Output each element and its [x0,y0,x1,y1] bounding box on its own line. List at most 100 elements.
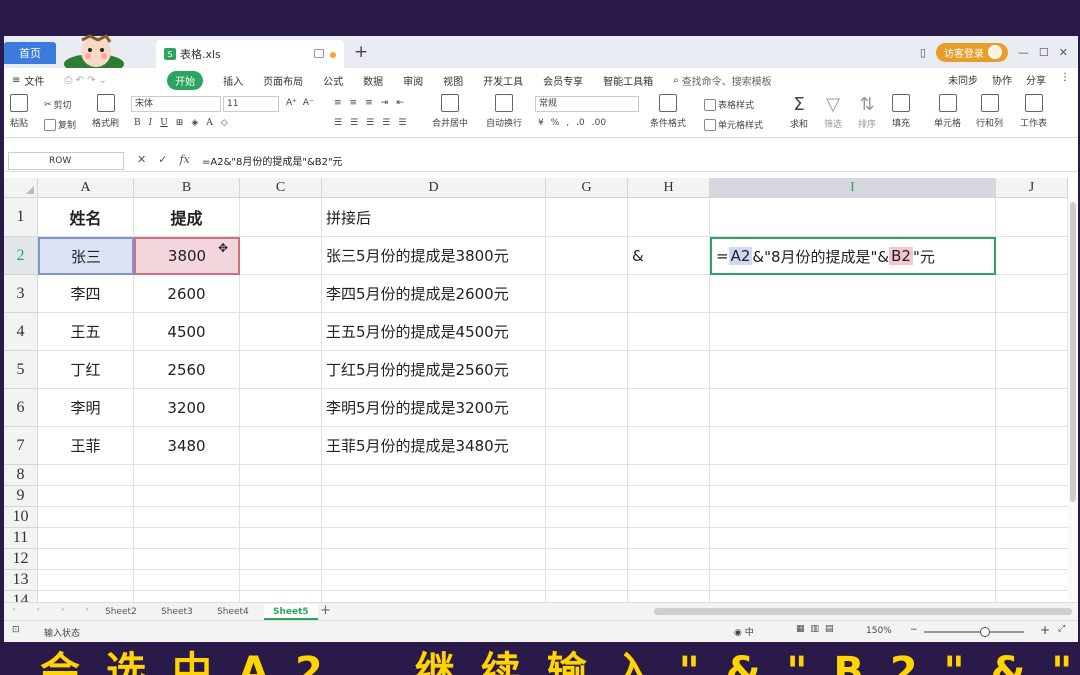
column-header-c[interactable]: C [240,178,322,198]
row-header-2[interactable]: 2 [4,237,38,275]
cell[interactable] [710,389,996,427]
joined-cell-row-7[interactable]: 王菲5月份的提成是3480元 [322,427,546,465]
sort-button[interactable]: ⇅ 排序 [858,94,876,130]
close-icon[interactable]: ✕ [1059,46,1068,59]
row-header-4[interactable]: 4 [4,313,38,351]
outdent-icon[interactable]: ⇤ [396,98,404,108]
row-header-5[interactable]: 5 [4,351,38,389]
sheet-tab-2[interactable]: Sheet2 [96,604,146,620]
row-header-7[interactable]: 7 [4,427,38,465]
command-search[interactable]: 查找命令、搜索模板 [682,73,772,88]
row-header-6[interactable]: 6 [4,389,38,427]
cell[interactable] [240,275,322,313]
cell[interactable] [710,275,996,313]
sync-status[interactable]: 未同步 [948,72,978,87]
header-name-cell[interactable]: 姓名 [38,198,134,237]
row-header-12[interactable]: 12 [4,549,38,570]
table-style-button[interactable]: 表格样式 [704,98,754,111]
column-header-g[interactable]: G [546,178,628,198]
cell[interactable] [996,351,1068,389]
align-right-icon[interactable]: ☰ [366,118,374,128]
wrap-text-button[interactable]: 自动换行 [486,94,522,129]
cell[interactable] [710,198,996,237]
cell-style-button[interactable]: 单元格样式 [704,118,763,131]
align-bottom-row[interactable]: ☰ ☰ ☰ ☰ ☰ [334,118,406,128]
function-icon[interactable]: fx [179,153,189,166]
joined-cell-row-4[interactable]: 王五5月份的提成是4500元 [322,313,546,351]
row-col-button[interactable]: 行和列 [976,94,1003,129]
menu-home[interactable]: 开始 [167,70,204,90]
sum-button[interactable]: Σ 求和 [790,94,808,130]
scroll-thumb[interactable] [1070,202,1076,502]
cell[interactable] [996,198,1068,237]
name-cell-row-4[interactable]: 王五 [38,313,134,351]
sheet-tab-3[interactable]: Sheet3 [152,604,202,620]
font-color-icon[interactable]: A [206,118,213,128]
menu-review[interactable]: 审阅 [403,73,423,88]
bonus-cell-row-2[interactable]: 3800 ✥ [134,237,240,275]
fill-button[interactable]: 填充 [892,94,910,129]
confirm-icon[interactable]: ✓ [158,153,167,166]
row-header-1[interactable]: 1 [4,198,38,237]
bonus-cell-row-3[interactable]: 2600 [134,275,240,313]
menu-data[interactable]: 数据 [363,73,383,88]
header-bonus-cell[interactable]: 提成 [134,198,240,237]
filter-button[interactable]: ▽ 筛选 [824,94,842,130]
h2-cell[interactable]: & [628,237,710,275]
justify-icon[interactable]: ☰ [382,118,390,128]
name-cell-row-6[interactable]: 李明 [38,389,134,427]
cell[interactable] [628,389,710,427]
sheet-nav-arrows[interactable]: ‹ ‹ › › [12,605,98,615]
sheet-tab-4[interactable]: Sheet4 [208,604,258,620]
underline-icon[interactable]: U [160,118,168,128]
column-header-i[interactable]: I [710,178,996,198]
name-cell-row-5[interactable]: 丁红 [38,351,134,389]
cell[interactable] [240,198,322,237]
menu-page-layout[interactable]: 页面布局 [263,73,303,88]
zoom-slider[interactable] [924,631,1024,633]
fill-color-icon[interactable]: ◈ [191,118,198,128]
italic-icon[interactable]: I [149,118,153,128]
cell-button[interactable]: 单元格 [934,94,961,129]
cell[interactable] [240,351,322,389]
joined-cell-row-2[interactable]: 张三5月份的提成是3800元 [322,237,546,275]
menu-view[interactable]: 视图 [443,73,463,88]
column-header-a[interactable]: A [38,178,134,198]
align-middle-icon[interactable]: ≡ [350,98,358,108]
quick-access-icons[interactable]: ⎙ ↶ ↷ ⌄ [64,75,107,86]
zoom-in-icon[interactable]: + [1040,623,1050,637]
copy-button[interactable]: 复制 [44,118,76,131]
share-button[interactable]: 分享 [1026,72,1046,87]
format-painter-button[interactable]: 格式刷 [92,94,119,129]
row-header-11[interactable]: 11 [4,528,38,549]
name-box[interactable]: ROW [8,152,124,170]
cell[interactable] [996,275,1068,313]
paste-button[interactable]: 粘贴 [10,94,28,129]
menu-smart-tools[interactable]: 智能工具箱 [603,73,653,88]
header-joined-cell[interactable]: 拼接后 [322,198,546,237]
menu-file[interactable]: 文件 [24,73,44,88]
percent-icon[interactable]: % [551,118,560,128]
zoom-out-icon[interactable]: − [910,625,918,635]
decrease-font-icon[interactable]: A⁻ [303,98,314,108]
cell[interactable] [710,351,996,389]
cell[interactable] [546,389,628,427]
row-header-3[interactable]: 3 [4,275,38,313]
cell[interactable] [546,198,628,237]
add-sheet-button[interactable]: + [320,603,331,618]
merge-center-button[interactable]: 合并居中 [432,94,468,129]
conditional-format-button[interactable]: 条件格式 [650,94,686,129]
joined-cell-row-5[interactable]: 丁红5月份的提成是2560元 [322,351,546,389]
zoom-slider-thumb[interactable] [980,627,990,637]
number-buttons[interactable]: ¥ % , .0 .00 [538,118,606,128]
menu-insert[interactable]: 插入 [223,73,243,88]
thousands-icon[interactable]: , [566,118,569,128]
column-header-j[interactable]: J [996,178,1068,198]
cell[interactable] [996,389,1068,427]
monitor-icon[interactable] [314,49,324,58]
cell[interactable] [240,427,322,465]
align-bottom-icon[interactable]: ≡ [365,98,373,108]
joined-cell-row-6[interactable]: 李明5月份的提成是3200元 [322,389,546,427]
name-cell-row-7[interactable]: 王菲 [38,427,134,465]
worksheet-button[interactable]: 工作表 [1020,94,1047,129]
